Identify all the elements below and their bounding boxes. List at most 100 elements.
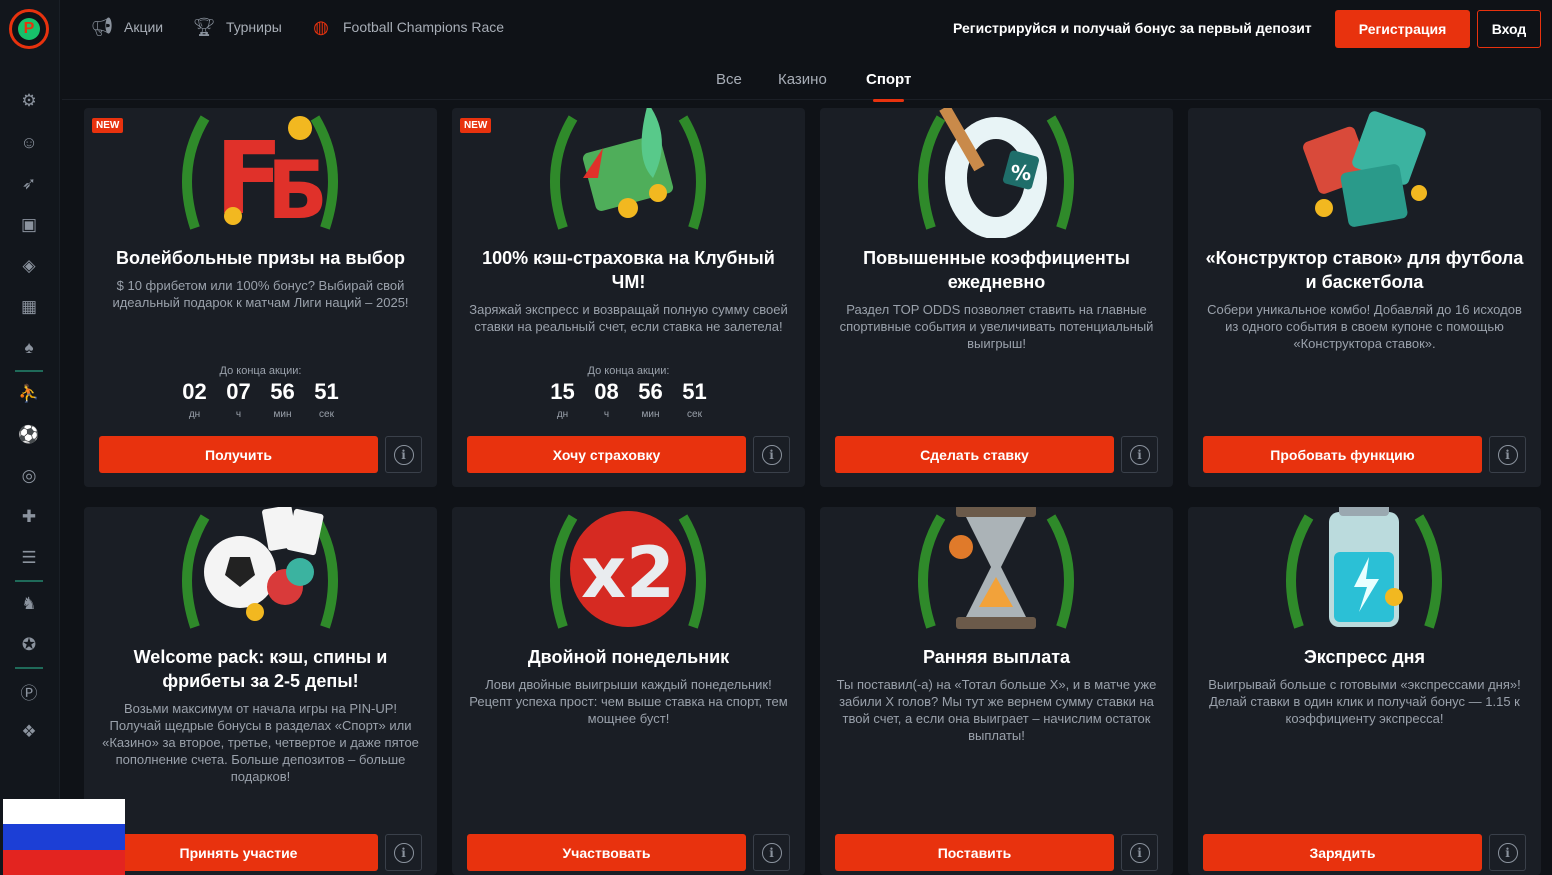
gift-icon[interactable]: ❖ [17,720,41,744]
rocket-icon[interactable]: ➶ [17,172,41,196]
gear-icon[interactable]: ⚙ [17,89,41,113]
top-navigation: 📢︎ Акции 🏆︎ Турниры ◍ Football Champions… [60,0,1552,57]
info-icon: i [1129,842,1150,863]
pinup-coin-icon[interactable]: Ⓟ [17,679,41,703]
countdown-seconds: 51 [314,379,339,404]
nav-promotions-label: Акции [124,19,164,35]
promo-card: Ранняя выплата Ты поставил(-а) на «Тотал… [820,507,1173,875]
trophy-icon: 🏆︎ [192,16,216,37]
x2-icon: x2 [543,507,713,637]
info-button[interactable]: i [753,834,790,871]
promo-card: Экспресс дня Выигрывай больше с готовыми… [1188,507,1541,875]
participate-button[interactable]: Участвовать [467,834,746,871]
soccer-ball-icon[interactable]: ⚽ [17,423,41,447]
info-button[interactable]: i [1121,436,1158,473]
gamepad-icon[interactable]: ✚ [17,505,41,529]
category-tabs: Все Казино Спорт [62,62,1552,102]
card-title: Welcome pack: кэш, спины и фрибеты за 2-… [133,647,388,691]
info-icon: i [1497,842,1518,863]
tv-icon[interactable]: ▣ [17,213,41,237]
target-icon[interactable]: ◎ [17,464,41,488]
info-icon: i [761,444,782,465]
battery-charge-icon [1279,507,1449,637]
new-badge: NEW [92,118,124,133]
card-title: 100% кэш-страховка на Клубный ЧМ! [482,248,775,292]
info-icon: i [1129,444,1150,465]
promo-card: NEW F Б Волейбольные призы на выбор $ 10… [84,108,437,487]
cards-icon[interactable]: ♠ [17,336,41,360]
info-button[interactable]: i [1489,834,1526,871]
card-title: Экспресс дня [1303,647,1426,667]
countdown-seconds-label: сек [319,409,334,420]
countdown-minutes: 56 [638,379,663,404]
nav-tournaments[interactable]: 🏆︎ Турниры [192,16,282,38]
countdown-timer: 02 дн 07 ч 56 мин 51 сек [84,379,437,420]
participate-button[interactable]: Принять участие [99,834,378,871]
info-icon: i [393,842,414,863]
svg-text:Б: Б [267,144,328,237]
info-button[interactable]: i [1489,436,1526,473]
info-icon: i [393,444,414,465]
info-button[interactable]: i [1121,834,1158,871]
countdown-minutes-label: мин [641,409,660,420]
tab-all[interactable]: Все [716,71,742,88]
poker-chip-icon[interactable]: ◈ [17,254,41,278]
info-button[interactable]: i [753,436,790,473]
nav-promotions[interactable]: 📢︎ Акции [90,16,164,38]
nav-tournaments-label: Турниры [226,19,282,35]
sidebar-divider [15,370,43,372]
info-button[interactable]: i [385,834,422,871]
login-button[interactable]: Вход [1477,10,1541,48]
try-feature-button[interactable]: Пробовать функцию [1203,436,1482,473]
sidebar-divider [15,667,43,669]
countdown-seconds: 51 [682,379,707,404]
insurance-button[interactable]: Хочу страховку [467,436,746,473]
promo-card: % Повышенные коэффициенты ежедневно Разд… [820,108,1173,487]
countdown-label: До конца акции: [219,365,302,377]
fb-logo-laurel-icon: F Б [175,108,345,238]
promo-card: «Конструктор ставок» для футбола и баске… [1188,108,1541,487]
info-icon: i [1497,444,1518,465]
welcome-pack-ball-cards-icon [175,507,345,637]
horse-racing-icon[interactable]: ♞ [17,592,41,616]
tab-sport[interactable]: Спорт [866,71,911,102]
news-icon[interactable]: ☰ [17,546,41,570]
countdown-hours: 08 [594,379,619,404]
card-description: Раздел TOP ODDS позволяет ставить на гла… [839,302,1154,351]
countdown-hours-label: ч [235,409,242,420]
countdown-days: 15 [550,379,575,404]
countdown-days-label: дн [188,409,201,420]
russia-flag-icon[interactable] [3,799,125,875]
card-title: Ранняя выплата [922,647,1071,667]
register-button[interactable]: Регистрация [1335,10,1470,48]
nav-football-champions-race-label: Football Champions Race [343,19,505,35]
card-description: Выигрывай больше с готовыми «экспрессами… [1208,677,1521,726]
countdown-days: 02 [182,379,207,404]
countdown-minutes-label: мин [273,409,292,420]
trophy-ball-icon[interactable]: ✪ [17,633,41,657]
svg-text:x2: x2 [581,532,675,614]
nav-football-champions-race[interactable]: ◍ Football Champions Race [309,16,504,38]
top-odds-percent-icon: % [911,108,1081,238]
card-title: «Конструктор ставок» для футбола и баске… [1205,248,1524,292]
bet-button[interactable]: Поставить [835,834,1114,871]
countdown-hours-label: ч [603,409,610,420]
place-bet-button[interactable]: Сделать ставку [835,436,1114,473]
basketball-player-icon[interactable]: ⛹ [17,382,41,406]
support-agent-icon[interactable]: ☺ [17,131,41,155]
countdown-seconds-label: сек [687,409,702,420]
hourglass-icon [911,507,1081,637]
countdown-minutes: 56 [270,379,295,404]
tab-casino[interactable]: Казино [778,71,827,88]
megaphone-icon: 📢︎ [90,16,114,37]
charge-button[interactable]: Зарядить [1203,834,1482,871]
bingo-icon[interactable]: ▦ [17,295,41,319]
card-description: Возьми максимум от начала игры на PIN-UP… [102,701,419,784]
cash-insurance-laurel-icon [543,108,713,238]
get-bonus-button[interactable]: Получить [99,436,378,473]
promo-card: x2 Двойной понедельник Лови двойные выиг… [452,507,805,875]
pin-up-logo[interactable]: P [9,9,49,49]
sidebar-divider [15,580,43,582]
card-description: Ты поставил(-а) на «Тотал больше Х», и в… [836,677,1157,743]
info-button[interactable]: i [385,436,422,473]
